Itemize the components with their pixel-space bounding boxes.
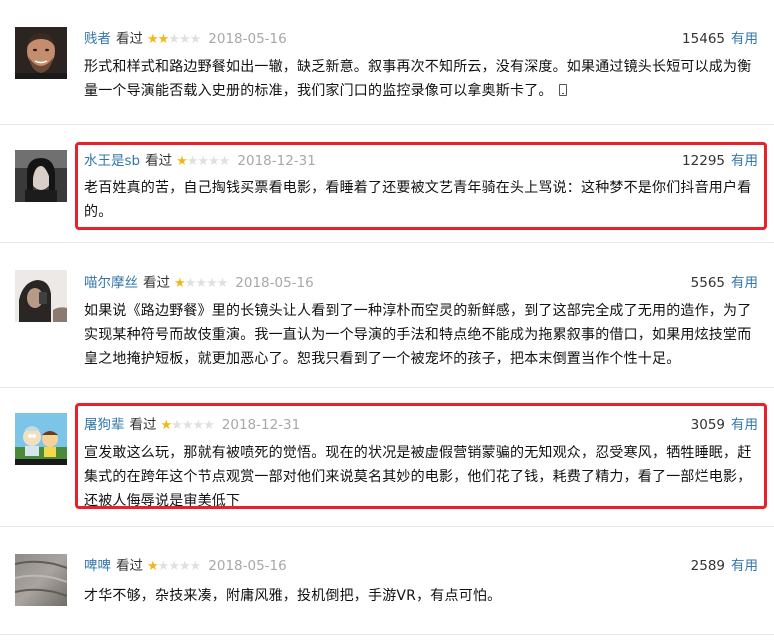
useful-button[interactable]: 有用 <box>731 275 758 291</box>
review-date: 2018-05-16 <box>208 31 287 47</box>
star-filled-icon: ★ <box>147 559 159 574</box>
star-empty-icon: ★ <box>216 276 229 291</box>
review-meta: 啤啤 看过 ★★★★★ 2018-05-16 <box>84 556 287 576</box>
review-text: 形式和样式和路边野餐如出一辙，缺乏新意。叙事再次不知所云，没有深度。如果通过镜头… <box>84 59 752 99</box>
rating-stars: ★★★★★ <box>174 274 229 294</box>
highlight-box <box>75 142 767 230</box>
star-empty-icon: ★ <box>189 559 202 574</box>
star-filled-icon: ★ <box>157 32 170 47</box>
watched-label: 看过 <box>116 31 143 47</box>
review-text: 才华不够，杂技来凑，附庸风雅，投机倒把，手游VR，有点可怕。 <box>84 588 502 604</box>
highlight-box <box>75 403 767 509</box>
star-empty-icon: ★ <box>178 32 191 47</box>
vote-area: 2589 有用 <box>691 556 758 576</box>
vote-count: 2589 <box>690 558 725 574</box>
author-link[interactable]: 贱者 <box>84 31 111 47</box>
star-filled-icon: ★ <box>147 32 159 47</box>
review-content: 形式和样式和路边野餐如出一辙，缺乏新意。叙事再次不知所云，没有深度。如果通过镜头… <box>84 55 762 103</box>
star-empty-icon: ★ <box>157 559 170 574</box>
star-empty-icon: ★ <box>189 32 202 47</box>
review-content: 如果说《路边野餐》里的长镜头让人看到了一种淳朴而空灵的新鲜感，到了这部完全成了无… <box>84 299 762 371</box>
star-empty-icon: ★ <box>178 559 191 574</box>
star-empty-icon: ★ <box>168 559 180 574</box>
useful-button[interactable]: 有用 <box>731 558 758 574</box>
star-empty-icon: ★ <box>184 276 197 291</box>
author-link[interactable]: 啤啤 <box>84 558 111 574</box>
star-empty-icon: ★ <box>195 276 207 291</box>
author-link[interactable]: 喵尔摩丝 <box>84 275 138 291</box>
avatar[interactable] <box>15 413 67 465</box>
review-item: 喵尔摩丝 看过 ★★★★★ 2018-05-16 5565 有用 如果说《路边野餐》里的… <box>0 243 774 387</box>
vote-count: 15465 <box>682 31 725 47</box>
watched-label: 看过 <box>116 558 143 574</box>
review-text: 如果说《路边野餐》里的长镜头让人看到了一种淳朴而空灵的新鲜感，到了这部完全成了无… <box>84 303 752 367</box>
divider <box>0 634 774 635</box>
mobile-phone-icon <box>558 84 567 96</box>
review-item: 啤啤 看过 ★★★★★ 2018-05-16 2589 有用 才华不够，杂技来凑，附庸风… <box>0 527 774 641</box>
review-date: 2018-05-16 <box>208 558 287 574</box>
review-item: 贱者 看过 ★★★★★ 2018-05-16 15465 有用 形式和样式和路边野餐如出… <box>0 0 774 124</box>
star-empty-icon: ★ <box>205 276 218 291</box>
star-empty-icon: ★ <box>168 32 180 47</box>
review-meta: 贱者 看过 ★★★★★ 2018-05-16 <box>84 29 287 49</box>
vote-count: 5565 <box>690 275 725 291</box>
avatar[interactable] <box>15 27 67 79</box>
rating-stars: ★★★★★ <box>147 30 202 50</box>
vote-area: 15465 有用 <box>682 29 758 49</box>
star-filled-icon: ★ <box>174 276 186 291</box>
watched-label: 看过 <box>143 275 170 291</box>
review-content: 才华不够，杂技来凑，附庸风雅，投机倒把，手游VR，有点可怕。 <box>84 584 762 608</box>
rating-stars: ★★★★★ <box>147 557 202 577</box>
useful-button[interactable]: 有用 <box>731 31 758 47</box>
avatar[interactable] <box>15 150 67 202</box>
review-meta: 喵尔摩丝 看过 ★★★★★ 2018-05-16 <box>84 273 314 293</box>
review-date: 2018-05-16 <box>235 275 314 291</box>
vote-area: 5565 有用 <box>691 273 758 293</box>
avatar[interactable] <box>15 270 67 322</box>
avatar[interactable] <box>15 554 67 606</box>
